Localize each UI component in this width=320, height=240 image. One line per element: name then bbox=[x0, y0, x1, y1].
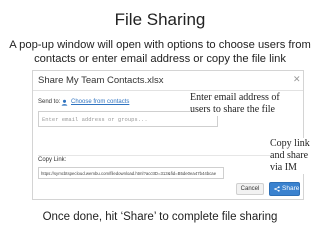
footer-caption: Once done, hit ‘Share’ to complete file … bbox=[42, 211, 278, 223]
share-button[interactable]: Share bbox=[269, 182, 300, 196]
dialog-title: Share My Team Contacts.xlsx bbox=[38, 75, 164, 86]
slide-title: File Sharing bbox=[114, 10, 206, 29]
copy-link-callout: Copy link and share via IM bbox=[270, 138, 318, 174]
share-icon bbox=[274, 186, 280, 192]
divider bbox=[38, 155, 300, 156]
copy-link-label: Copy Link: bbox=[38, 157, 67, 163]
dialog-header: Share My Team Contacts.xlsx ✕ bbox=[33, 71, 303, 91]
cancel-button[interactable]: Cancel bbox=[236, 183, 264, 195]
file-link-field[interactable]: https://symcbtspecloud.wembu.com/filedow… bbox=[38, 167, 224, 179]
email-input-placeholder: Enter email address or groups... bbox=[42, 116, 148, 123]
close-icon[interactable]: ✕ bbox=[293, 74, 301, 85]
share-button-label: Share bbox=[282, 185, 300, 192]
file-link-value: https://symcbtspecloud.wembu.com/filedow… bbox=[41, 171, 217, 176]
choose-from-contacts-link[interactable]: Choose from contacts bbox=[71, 99, 129, 105]
share-dialog: Share My Team Contacts.xlsx ✕ Send to: C… bbox=[32, 70, 304, 200]
send-to-label: Send to: bbox=[38, 99, 61, 105]
slide-subtitle: A pop-up window will open with options t… bbox=[9, 39, 311, 65]
email-callout: Enter email address of users to share th… bbox=[190, 92, 290, 116]
contacts-icon[interactable] bbox=[61, 99, 68, 106]
